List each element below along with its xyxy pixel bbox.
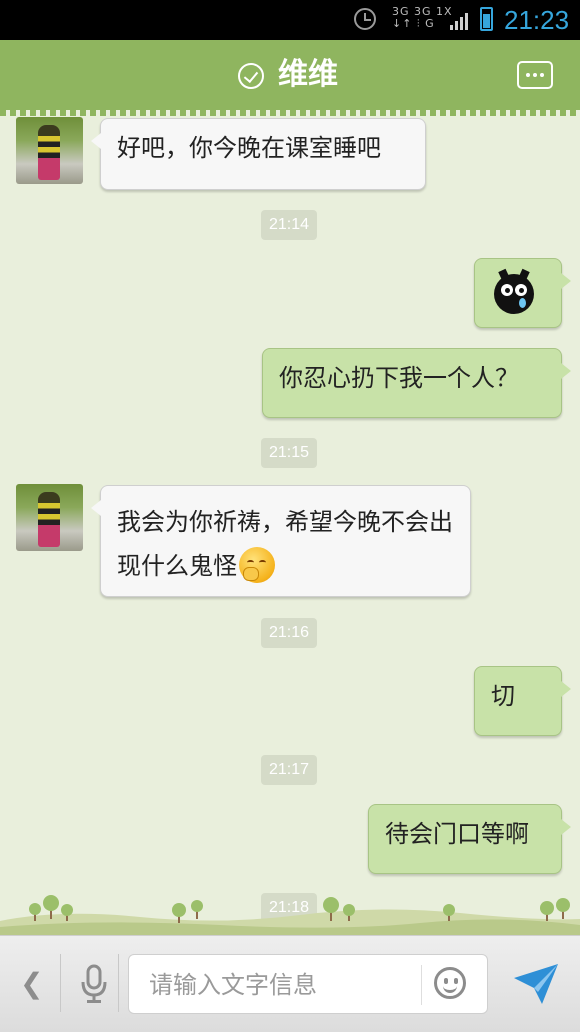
- alarm-clock-icon: [354, 8, 376, 30]
- chat-area[interactable]: 好吧，你今晚在课室睡吧 21:14 你忍心扔下我一个人？ 21:15 我会为你祈…: [0, 110, 580, 935]
- microphone-icon[interactable]: [80, 964, 108, 1004]
- incoming-message-bubble[interactable]: 好吧，你今晚在课室睡吧: [91, 118, 426, 190]
- message-text: 待会门口等啊: [385, 820, 529, 848]
- status-time: 21:23: [504, 5, 570, 35]
- message-timestamp: 21:15: [261, 438, 318, 468]
- contact-avatar[interactable]: [16, 117, 83, 184]
- message-timestamp: 21:14: [261, 210, 318, 240]
- network-indicator: 3G 3G 1X ↓↑ ⫶ G: [392, 6, 453, 30]
- message-timestamp: 21:17: [261, 755, 318, 785]
- divider: [421, 965, 422, 1005]
- message-input-bar: ❮: [0, 935, 580, 1032]
- divider: [60, 954, 61, 1012]
- status-bar: 3G 3G 1X ↓↑ ⫶ G 21:23: [0, 0, 580, 40]
- emoji-picker-icon[interactable]: [434, 967, 466, 999]
- decorative-landscape: [0, 895, 580, 935]
- outgoing-message-bubble[interactable]: 你忍心扔下我一个人？: [262, 348, 571, 418]
- chat-header: 维维: [0, 40, 580, 116]
- network-label-2: ↓↑ ⫶ G: [392, 17, 435, 30]
- incoming-message-bubble[interactable]: 我会为你祈祷，希望今晚不会出现什么鬼怪: [91, 485, 471, 597]
- outgoing-message-bubble[interactable]: 待会门口等啊: [368, 804, 571, 874]
- online-check-icon: [238, 63, 264, 89]
- message-text: 好吧，你今晚在课室睡吧: [117, 134, 381, 162]
- divider: [118, 954, 119, 1012]
- chevron-left-icon[interactable]: ❮: [20, 970, 43, 998]
- message-text: 切: [491, 682, 515, 710]
- outgoing-message-bubble[interactable]: 切: [474, 666, 571, 736]
- message-timestamp: 21:16: [261, 618, 318, 648]
- more-options-button[interactable]: [517, 61, 553, 89]
- send-icon[interactable]: [512, 962, 560, 1006]
- crying-face-sticker-icon: [494, 268, 534, 314]
- shy-face-emoji-icon: [239, 547, 275, 583]
- message-text: 我会为你祈祷，希望今晚不会出现什么鬼怪: [117, 508, 453, 580]
- signal-strength-icon: [450, 12, 470, 30]
- contact-avatar[interactable]: [16, 484, 83, 551]
- contact-name: 维维: [278, 57, 338, 92]
- message-input[interactable]: [147, 967, 421, 1003]
- message-text-field[interactable]: [128, 954, 488, 1014]
- battery-icon: [480, 7, 493, 31]
- message-text: 你忍心扔下我一个人？: [279, 364, 519, 392]
